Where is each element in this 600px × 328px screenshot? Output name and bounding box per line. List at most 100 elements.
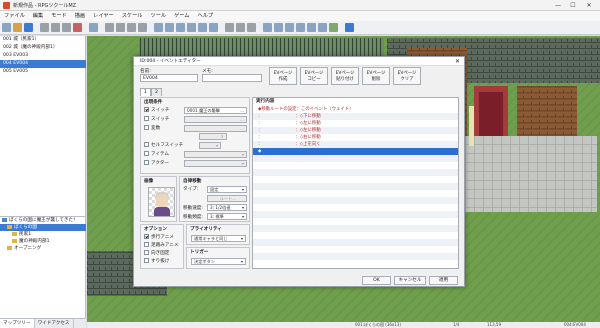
save-project-icon[interactable] bbox=[24, 23, 33, 32]
item-checkbox[interactable]: アイテム bbox=[144, 151, 169, 158]
ellipse-icon[interactable] bbox=[176, 23, 185, 32]
command-empty-row[interactable] bbox=[253, 190, 458, 197]
page-tab-2[interactable]: 2 bbox=[151, 88, 162, 96]
menu-edit[interactable]: 編集 bbox=[29, 11, 47, 21]
through-checkbox[interactable]: すり抜け bbox=[144, 258, 169, 265]
command-empty-row[interactable] bbox=[253, 197, 458, 204]
command-line[interactable]: ◆移動ルートの設定：このイベント（ウェイト） bbox=[253, 106, 458, 113]
apply-button[interactable]: 適用 bbox=[429, 276, 458, 285]
paste-page-button[interactable]: EVページ 貼り付け bbox=[331, 67, 359, 85]
priority-select[interactable]: 通常キャラと同じ ▾ bbox=[191, 235, 246, 242]
menu-help[interactable]: ヘルプ bbox=[194, 11, 218, 21]
event-mode-icon[interactable] bbox=[116, 23, 125, 32]
character-generator-icon[interactable] bbox=[318, 23, 327, 32]
speed-select[interactable]: 3: 1/2倍速 ▾ bbox=[207, 204, 247, 211]
map-tree-item[interactable]: オープニング bbox=[0, 245, 86, 252]
stepping-anim-checkbox[interactable]: 足踏みアニメ bbox=[144, 242, 178, 249]
cancel-button[interactable]: キャンセル bbox=[394, 276, 426, 285]
clear-page-button[interactable]: EVページ クリア bbox=[393, 67, 421, 85]
menu-layer[interactable]: レイヤー bbox=[89, 11, 118, 21]
tab-quick-access[interactable]: ワイドアクセス bbox=[35, 319, 74, 328]
cut-icon[interactable] bbox=[40, 23, 49, 32]
self-switch-checkbox[interactable]: セルフスイッチ bbox=[144, 142, 183, 149]
actor-checkbox[interactable]: アクター bbox=[144, 160, 169, 167]
close-window-button[interactable]: ✕ bbox=[582, 1, 596, 10]
map-tree-item[interactable]: 民家1 bbox=[0, 231, 86, 238]
frequency-select[interactable]: 3: 標準 ▾ bbox=[207, 213, 247, 220]
map-tree-item[interactable]: 魔の神殿内部1 bbox=[0, 238, 86, 245]
shadow-pen-icon[interactable] bbox=[198, 23, 207, 32]
command-empty-row[interactable] bbox=[253, 176, 458, 183]
route-button[interactable]: ルート... bbox=[207, 195, 247, 202]
eraser-icon[interactable] bbox=[209, 23, 218, 32]
switch2-select[interactable]: … bbox=[184, 116, 247, 123]
direction-fix-checkbox[interactable]: 向き固定 bbox=[144, 250, 169, 257]
map-list-item[interactable]: 005 EV005 bbox=[0, 68, 86, 76]
maximize-button[interactable]: ☐ bbox=[566, 1, 580, 10]
map-mode-icon[interactable] bbox=[105, 23, 114, 32]
paste-icon[interactable] bbox=[62, 23, 71, 32]
command-empty-row[interactable] bbox=[253, 211, 458, 218]
walking-anim-checkbox[interactable]: 歩行アニメ bbox=[144, 234, 174, 241]
switch1-checkbox[interactable]: スイッチ bbox=[144, 107, 169, 114]
command-empty-row[interactable] bbox=[253, 155, 458, 162]
command-empty-row[interactable] bbox=[253, 218, 458, 225]
delete-page-button[interactable]: EVページ 削除 bbox=[362, 67, 390, 85]
dialog-close-button[interactable]: ✕ bbox=[455, 57, 460, 66]
delete-icon[interactable] bbox=[73, 23, 82, 32]
fullscreen-icon[interactable] bbox=[329, 23, 338, 32]
command-empty-row[interactable] bbox=[253, 253, 458, 260]
menu-draw[interactable]: 描画 bbox=[71, 11, 89, 21]
command-empty-row[interactable] bbox=[253, 225, 458, 232]
zoom-actual-icon[interactable] bbox=[247, 23, 256, 32]
map-tree-item[interactable]: ぼくらの国 bbox=[0, 224, 86, 231]
pencil-icon[interactable] bbox=[154, 23, 163, 32]
item-select[interactable]: ▾ bbox=[184, 151, 247, 158]
map-list-item[interactable]: 001 城（民家1） bbox=[0, 36, 86, 44]
switch2-checkbox[interactable]: スイッチ bbox=[144, 116, 169, 123]
command-line[interactable]: ： ：◇上を向く bbox=[253, 141, 458, 148]
copy-page-button[interactable]: EVページ コピー bbox=[300, 67, 328, 85]
contents-list[interactable]: 実行内容 ◆移動ルートの設定：このイベント（ウェイト）： ：◇下に移動： ：◇左… bbox=[252, 97, 459, 269]
name-field[interactable]: EV004 bbox=[140, 74, 198, 82]
command-empty-row[interactable] bbox=[253, 169, 458, 176]
type-select[interactable]: 固定 ▾ bbox=[207, 186, 247, 193]
event-image[interactable] bbox=[148, 187, 175, 217]
command-line[interactable]: ： ：◇左に移動 bbox=[253, 127, 458, 134]
menu-scale[interactable]: スケール bbox=[118, 11, 147, 21]
command-empty-row[interactable] bbox=[253, 239, 458, 246]
menu-file[interactable]: ファイル bbox=[0, 11, 29, 21]
memo-field[interactable] bbox=[202, 74, 262, 82]
command-line[interactable]: ◆ bbox=[253, 148, 458, 155]
map-list-item[interactable]: 002 城（魔の神殿内部1） bbox=[0, 44, 86, 52]
database-icon[interactable] bbox=[263, 23, 272, 32]
trigger-select[interactable]: 決定ボタン ▾ bbox=[191, 258, 246, 265]
menu-game[interactable]: ゲーム bbox=[170, 11, 193, 21]
resource-manager-icon[interactable] bbox=[307, 23, 316, 32]
command-empty-row[interactable] bbox=[253, 232, 458, 239]
layer-2-icon[interactable] bbox=[138, 23, 147, 32]
command-line[interactable]: ： ：◇左に移動 bbox=[253, 120, 458, 127]
map-list-item[interactable]: 004 EV004 bbox=[0, 60, 86, 68]
rectangle-icon[interactable] bbox=[165, 23, 174, 32]
copy-icon[interactable] bbox=[51, 23, 60, 32]
undo-icon[interactable] bbox=[89, 23, 98, 32]
fill-icon[interactable] bbox=[187, 23, 196, 32]
command-line[interactable]: ： ：◇下に移動 bbox=[253, 113, 458, 120]
sound-test-icon[interactable] bbox=[285, 23, 294, 32]
tab-map-tree[interactable]: マップツリー bbox=[0, 319, 35, 328]
zoom-out-icon[interactable] bbox=[236, 23, 245, 32]
command-line[interactable]: ： ：◇右に移動 bbox=[253, 134, 458, 141]
plugin-manager-icon[interactable] bbox=[274, 23, 283, 32]
command-empty-row[interactable] bbox=[253, 162, 458, 169]
zoom-in-icon[interactable] bbox=[225, 23, 234, 32]
minimize-button[interactable]: — bbox=[551, 1, 565, 10]
page-tab-1[interactable]: 1 bbox=[140, 88, 151, 96]
command-empty-row[interactable] bbox=[253, 246, 458, 253]
ok-button[interactable]: OK bbox=[362, 276, 391, 285]
variable-value[interactable]: ⇕ bbox=[199, 133, 227, 140]
command-empty-row[interactable] bbox=[253, 204, 458, 211]
map-tree-item[interactable]: ぼくらの国に魔王が襲してきた！ bbox=[0, 217, 86, 224]
variable-select[interactable]: … bbox=[184, 125, 247, 132]
self-switch-select[interactable]: ▾ bbox=[199, 142, 221, 149]
